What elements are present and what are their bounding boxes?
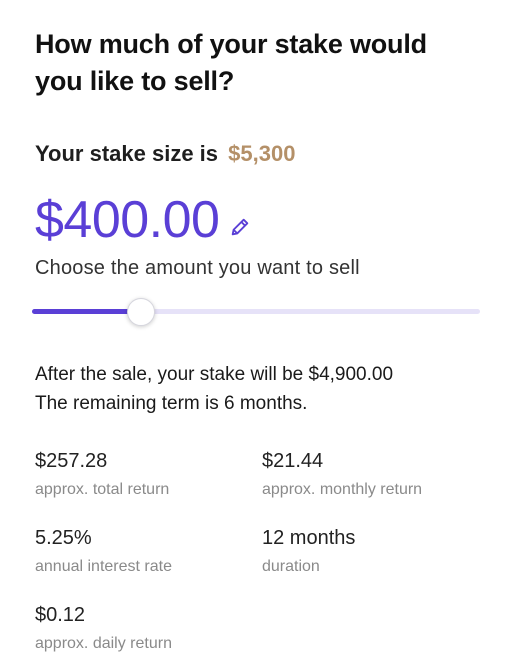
stat-value: $257.28 [35, 450, 108, 472]
slider-thumb[interactable] [126, 298, 155, 326]
page-title: How much of your stake would you like to… [35, 29, 427, 96]
stake-size-row: Your stake size is $5,300 [35, 141, 295, 167]
sell-amount-slider[interactable] [32, 296, 480, 326]
stat-label: duration [262, 558, 320, 575]
stake-size-value: $5,300 [228, 141, 296, 166]
stat-label: approx. daily return [35, 635, 172, 652]
stake-size-label: Your stake size is [35, 141, 219, 166]
stat-label: annual interest rate [35, 558, 172, 575]
stat-label: approx. monthly return [262, 481, 423, 498]
remaining-term-text: The remaining term is 6 months. [35, 393, 308, 414]
stat-value: 5.25% [35, 527, 92, 549]
stat-value: $21.44 [262, 450, 324, 472]
slider-fill [32, 309, 140, 314]
sell-amount-value[interactable]: $400.00 [35, 188, 220, 252]
stat-label: approx. total return [35, 481, 170, 498]
stat-value: 12 months [262, 527, 356, 549]
sale-summary: After the sale, your stake will be $4,90… [35, 360, 393, 418]
stat-daily-return: $0.12 approx. daily return [35, 602, 255, 655]
stat-monthly-return: $21.44 approx. monthly return [262, 448, 482, 501]
stat-value: $0.12 [35, 604, 86, 626]
remaining-stake-text: After the sale, your stake will be $4,90… [35, 364, 394, 385]
stat-interest-rate: 5.25% annual interest rate [35, 525, 255, 578]
slider-label: Choose the amount you want to sell [35, 257, 360, 279]
pencil-icon[interactable] [229, 216, 251, 238]
stat-total-return: $257.28 approx. total return [35, 448, 255, 501]
sell-amount-row: $400.00 [35, 188, 251, 252]
stat-duration: 12 months duration [262, 525, 482, 578]
